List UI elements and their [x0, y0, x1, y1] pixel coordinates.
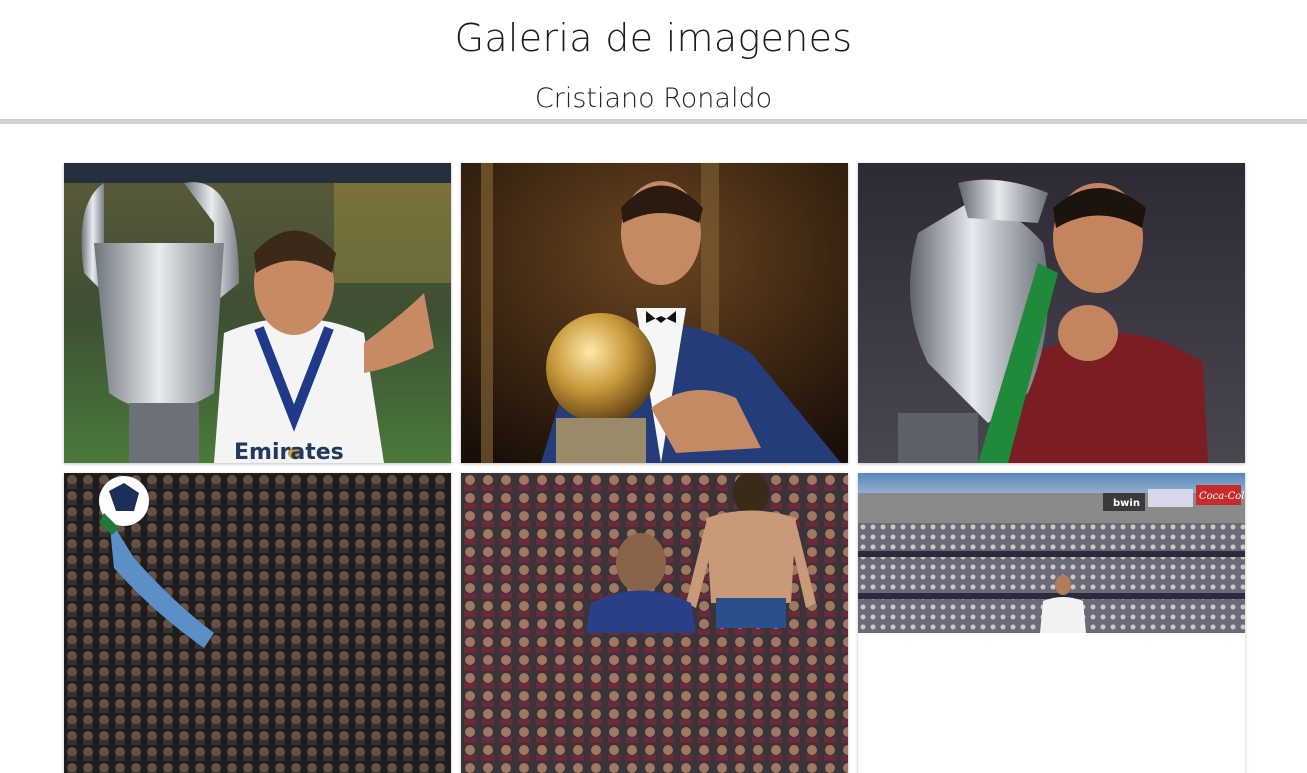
page-subtitle: Cristiano Ronaldo: [534, 83, 773, 114]
bwin-sign: bwin: [1113, 498, 1140, 509]
sponsor-text: Emirates: [234, 440, 344, 463]
coca-cola-sign: Coca-Cola: [1199, 491, 1245, 502]
ronaldo-euro-trophy-photo: [858, 163, 1245, 463]
gallery-image-6[interactable]: bwin Coca-Cola: [858, 473, 1245, 773]
page-header: Galeria de imagenes Cristiano Ronaldo: [0, 0, 1307, 125]
gallery-image-1[interactable]: Emirates: [64, 163, 451, 463]
gallery-image-3[interactable]: [858, 163, 1245, 463]
page-title: Galeria de imagenes: [454, 16, 853, 60]
image-gallery: Emirates bwin Coca-Col: [64, 163, 1245, 773]
header-divider: [0, 119, 1307, 124]
ronaldo-shirtless-celebration-photo: [461, 473, 848, 773]
gallery-image-2[interactable]: [461, 163, 848, 463]
ronaldo-ballon-dor-photo: [461, 163, 848, 463]
ronaldo-bicycle-kick-photo: [64, 473, 451, 773]
ronaldo-stadium-photo: bwin Coca-Cola: [858, 473, 1245, 633]
gallery-image-5[interactable]: [461, 473, 848, 773]
gallery-image-4[interactable]: [64, 473, 451, 773]
ronaldo-champions-trophy-photo: Emirates: [64, 163, 451, 463]
